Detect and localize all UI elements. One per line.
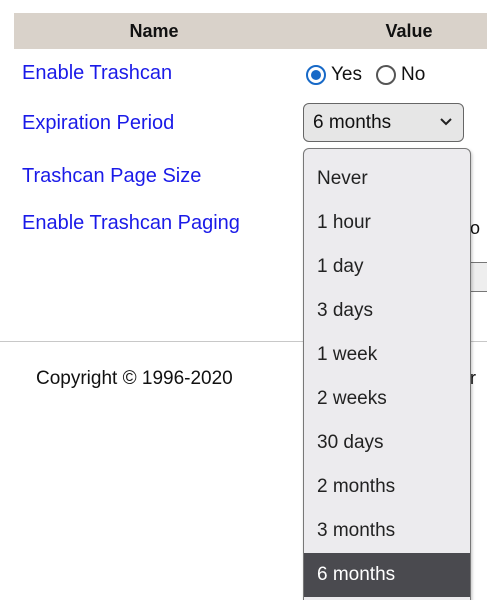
trashcan-page-size-label[interactable]: Trashcan Page Size [22,165,201,188]
dropdown-option[interactable]: Never [304,157,470,201]
expiration-period-dropdown[interactable]: Never 1 hour 1 day 3 days 1 week 2 weeks… [303,148,471,600]
dropdown-option[interactable]: 2 weeks [304,377,470,421]
header-value: Value [385,21,433,41]
dropdown-option[interactable]: 1 week [304,333,470,377]
dropdown-option[interactable]: 30 days [304,421,470,465]
expiration-period-label[interactable]: Expiration Period [22,112,174,135]
enable-trashcan-no-label[interactable]: No [401,64,425,86]
dropdown-option[interactable]: 2 months [304,465,470,509]
dropdown-option[interactable]: 1 hour [304,201,470,245]
settings-page: Name Value Enable Trashcan Yes No Expira… [0,0,487,600]
enable-trashcan-label[interactable]: Enable Trashcan [22,62,172,85]
expiration-period-select[interactable]: 6 months [303,103,464,142]
dropdown-option[interactable]: 3 months [304,509,470,553]
enable-trashcan-paging-label[interactable]: Enable Trashcan Paging [22,212,240,235]
dropdown-option-selected[interactable]: 6 months [304,553,470,597]
expiration-period-selected-value: 6 months [313,111,392,133]
enable-trashcan-yes-radio[interactable] [306,65,326,85]
enable-trashcan-radio-group: Yes No [306,60,439,90]
copyright-text: Copyright © 1996-2020 [36,368,233,389]
enable-trashcan-no-radio[interactable] [376,65,396,85]
dropdown-option[interactable]: 3 days [304,289,470,333]
enable-trashcan-yes-label[interactable]: Yes [331,64,362,86]
table-header: Name Value [14,13,487,49]
header-name: Name [129,21,179,41]
dropdown-option[interactable]: 1 day [304,245,470,289]
occluded-radio-fragment: o [470,218,481,238]
chevron-down-icon [440,118,452,126]
